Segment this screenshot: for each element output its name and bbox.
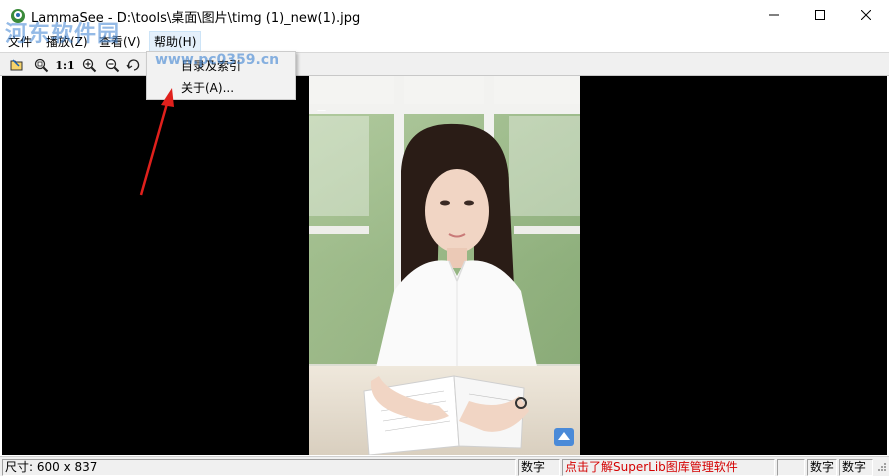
zoom-fit-button[interactable]: [32, 56, 50, 74]
app-icon: [11, 9, 25, 23]
rotate-button[interactable]: [125, 56, 143, 74]
rotate-icon: [126, 59, 140, 71]
status-image-size: 尺寸: 600 x 837: [2, 459, 516, 476]
window-title: LammaSee - D:\tools\桌面\图片\timg (1)_new(1…: [31, 11, 361, 26]
status-num-1: 数字: [807, 459, 837, 476]
menu-file[interactable]: 文件: [8, 33, 32, 50]
title-bar[interactable]: LammaSee - D:\tools\桌面\图片\timg (1)_new(1…: [0, 0, 889, 30]
menu-bar: 文件 播放(Z) 查看(V) 帮助(H): [0, 30, 889, 52]
help-dropdown-menu: 目录及索引 关于(A)...: [146, 51, 296, 100]
status-num-2: 数字: [839, 459, 873, 476]
photo-caption: 一: [315, 106, 325, 115]
status-bar: 尺寸: 600 x 837 数字 点击了解SuperLib图库管理软件 数字 数…: [0, 456, 889, 476]
minimize-icon: [769, 14, 779, 16]
maximize-button[interactable]: [797, 0, 843, 30]
zoom-out-icon: [105, 58, 120, 73]
menu-help[interactable]: 帮助(H): [149, 31, 202, 52]
actual-size-button[interactable]: 1:1: [55, 56, 75, 74]
superlib-link[interactable]: 点击了解SuperLib图库管理软件: [562, 459, 775, 476]
status-empty-pane: [777, 459, 805, 476]
menu-item-contents-index[interactable]: 目录及索引: [181, 57, 241, 74]
menu-view[interactable]: 查看(V): [99, 33, 141, 50]
open-folder-icon: [10, 59, 23, 71]
zoom-out-button[interactable]: [103, 56, 121, 74]
close-icon: [861, 10, 871, 20]
zoom-in-button[interactable]: [80, 56, 98, 74]
actual-size-icon: 1:1: [55, 58, 75, 72]
zoom-fit-icon: [34, 58, 49, 73]
open-button[interactable]: [8, 56, 26, 74]
menu-play[interactable]: 播放(Z): [46, 33, 88, 50]
resize-grip-icon[interactable]: [875, 462, 887, 474]
zoom-in-icon: [82, 58, 97, 73]
image-viewport[interactable]: 一: [2, 76, 887, 455]
close-button[interactable]: [843, 0, 889, 30]
maximize-icon: [815, 10, 825, 20]
toolbar: 1:1: [0, 52, 889, 76]
menu-item-about[interactable]: 关于(A)...: [181, 79, 234, 96]
photo-image: [309, 76, 580, 455]
minimize-button[interactable]: [751, 0, 797, 30]
status-mode: 数字: [518, 459, 560, 476]
photo: 一: [309, 76, 580, 455]
